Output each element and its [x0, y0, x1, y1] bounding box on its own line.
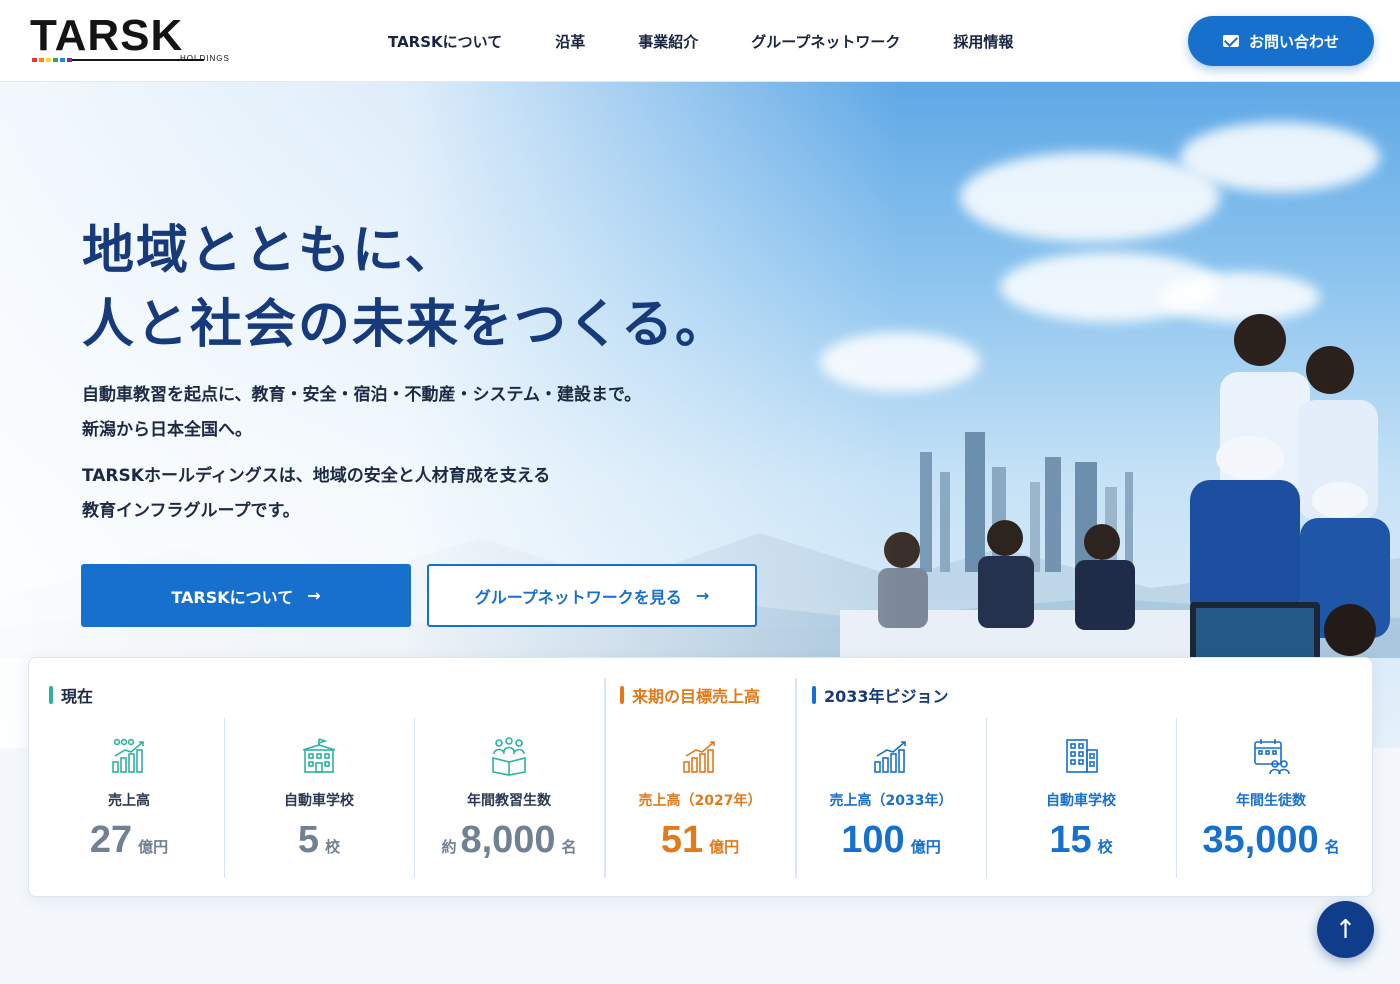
about-tarsk-button[interactable]: TARSKについて → — [81, 564, 411, 627]
arrow-right-icon: → — [307, 586, 321, 605]
stat-value: 35,000 名 — [1176, 818, 1366, 869]
stats-card: 現在 来期の目標売上高 2033年ビジョン 売上高 27 億円 自動車学校 5 … — [28, 657, 1373, 897]
group-label-current-text: 現在 — [61, 687, 94, 706]
nav-recruit[interactable]: 採用情報 — [953, 31, 1013, 52]
stat-unit: 億円 — [910, 838, 941, 856]
stat-number: 100 — [841, 819, 905, 861]
cloud-shape — [960, 152, 1220, 242]
stat-value: 約 8,000 名 — [414, 818, 604, 869]
hero-section: 地域とともに、 人と社会の未来をつくる。 自動車教習を起点に、教育・安全・宿泊・… — [0, 82, 1400, 748]
group-network-button-label: グループネットワークを見る — [474, 587, 682, 607]
growth-chart-icon — [874, 741, 906, 773]
group-label-2033-vision-text: 2033年ビジョン — [824, 687, 949, 706]
stat-unit: 名 — [561, 838, 577, 856]
hero-lead: 自動車教習を起点に、教育・安全・宿泊・不動産・システム・建設まで。 新潟から日本… — [82, 378, 641, 529]
stat-number: 5 — [297, 819, 320, 861]
stat-label: 売上高 — [108, 793, 150, 809]
group-label-next-target: 来期の目標売上高 — [620, 683, 760, 707]
logo-color-3 — [46, 58, 51, 62]
mail-icon — [1222, 35, 1239, 47]
stat-number: 8,000 — [460, 819, 556, 861]
stat-unit: 億円 — [709, 838, 740, 856]
stat-annual-trainees: 年間教習生数 約 8,000 名 — [414, 718, 604, 878]
school-building-icon — [302, 738, 336, 773]
stat-schools-2033: 自動車学校 15 校 — [986, 718, 1176, 878]
hero-lead-line4: 教育インフラグループです。 — [82, 501, 300, 521]
stat-value: 5校 — [224, 818, 414, 869]
stat-sales-2027: 売上高（2027年） 51 億円 — [605, 718, 795, 878]
group-label-next-target-text: 来期の目標売上高 — [632, 687, 761, 706]
logo-text: TARSK — [30, 11, 184, 60]
stat-unit: 校 — [325, 838, 341, 856]
stat-sales-2033: 売上高（2033年） 100 億円 — [796, 718, 986, 878]
hero-lead-paragraph-2: TARSKホールディングスは、地域の安全と人材育成を支える 教育インフラグループ… — [82, 459, 641, 529]
group-network-button[interactable]: グループネットワークを見る → — [427, 564, 757, 627]
logo-color-4 — [53, 58, 58, 62]
logo-subtext: HOLDINGS — [180, 54, 230, 63]
nav-business[interactable]: 事業紹介 — [638, 31, 698, 52]
cloud-shape — [1180, 122, 1380, 192]
nav-about[interactable]: TARSKについて — [388, 31, 502, 52]
stat-value: 51 億円 — [605, 818, 795, 869]
stat-prefix: 約 — [441, 838, 457, 856]
logo-color-2 — [39, 58, 44, 62]
stat-number: 35,000 — [1202, 819, 1319, 861]
stat-label: 売上高（2033年） — [829, 793, 953, 809]
main-nav: TARSKについて 沿革 事業紹介 グループネットワーク 採用情報 — [388, 0, 1066, 82]
growth-chart-icon — [112, 738, 144, 773]
stat-number: 15 — [1049, 819, 1092, 861]
hero-lead-line1: 自動車教習を起点に、教育・安全・宿泊・不動産・システム・建設まで。 — [82, 385, 642, 405]
calendar-people-icon — [1254, 739, 1290, 775]
site-header: TARSK HOLDINGS TARSKについて 沿革 事業紹介 グループネット… — [0, 0, 1400, 82]
tarsk-logo[interactable]: TARSK HOLDINGS — [30, 11, 240, 66]
stat-label: 自動車学校 — [284, 793, 354, 809]
stat-label: 年間生徒数 — [1236, 793, 1306, 809]
stat-unit: 億円 — [138, 838, 169, 856]
stat-value: 15 校 — [986, 818, 1176, 869]
hero-lead-paragraph-1: 自動車教習を起点に、教育・安全・宿泊・不動産・システム・建設まで。 新潟から日本… — [82, 378, 641, 448]
nav-history[interactable]: 沿革 — [555, 31, 585, 52]
arrow-up-icon: ↑ — [1334, 914, 1357, 945]
hero-lead-line2: 新潟から日本全国へ。 — [82, 420, 252, 440]
stat-unit: 校 — [1097, 838, 1113, 856]
group-label-current: 現在 — [49, 683, 93, 707]
growth-chart-icon — [683, 741, 715, 773]
stat-number: 51 — [660, 819, 704, 861]
contact-button-label: お問い合わせ — [1248, 32, 1339, 51]
nav-group-network[interactable]: グループネットワーク — [751, 31, 900, 52]
logo-color-1 — [32, 58, 37, 62]
arrow-right-icon: → — [695, 586, 710, 605]
office-building-icon — [1066, 739, 1098, 773]
hero-lead-line3: TARSKホールディングスは、地域の安全と人材育成を支える — [82, 466, 551, 486]
stat-label: 年間教習生数 — [467, 793, 551, 809]
group-label-2033-vision: 2033年ビジョン — [812, 683, 949, 707]
stat-number: 27 — [89, 819, 133, 861]
stat-value: 27 億円 — [34, 818, 224, 869]
hero-headline-line1: 地域とともに、 — [82, 220, 459, 281]
stat-sales-current: 売上高 27 億円 — [34, 718, 224, 878]
stat-unit: 名 — [1324, 838, 1340, 856]
stat-label: 売上高（2027年） — [638, 793, 762, 809]
hero-headline-line2: 人と社会の未来をつくる。 — [82, 294, 729, 355]
logo-color-5 — [60, 58, 65, 62]
about-tarsk-button-label: TARSKについて — [171, 587, 294, 607]
stat-schools-current: 自動車学校 5校 — [224, 718, 414, 878]
logo-color-bar — [32, 58, 72, 62]
students-book-icon — [492, 737, 526, 776]
stat-label: 自動車学校 — [1046, 793, 1116, 809]
scroll-to-top-button[interactable]: ↑ — [1317, 901, 1374, 958]
hero-headline: 地域とともに、 人と社会の未来をつくる。 — [82, 214, 729, 362]
contact-button[interactable]: お問い合わせ — [1188, 16, 1374, 66]
stat-annual-students-2033: 年間生徒数 35,000 名 — [1176, 718, 1366, 878]
stat-value: 100 億円 — [796, 818, 986, 869]
